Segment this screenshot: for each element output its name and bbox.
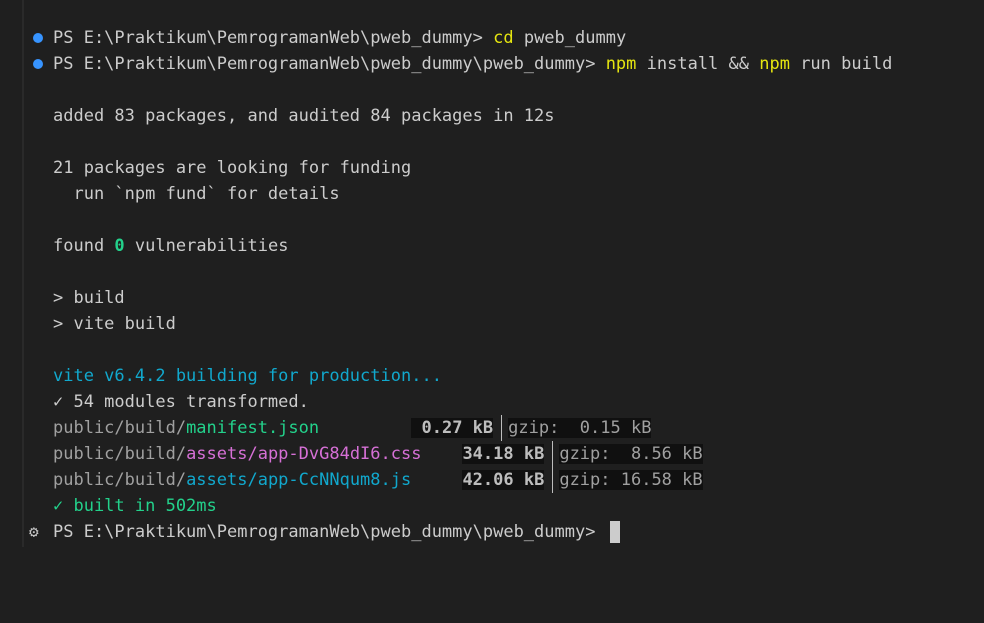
output-size: 34.18 kB bbox=[462, 444, 545, 464]
prompt-text: PS E:\Praktikum\PemrogramanWeb\pweb_dumm… bbox=[53, 54, 606, 74]
output-line: > build bbox=[0, 285, 125, 311]
output-line: found 0 vulnerabilities bbox=[0, 233, 288, 259]
output-size: 42.06 kB bbox=[462, 470, 545, 490]
added-packages-text: added 83 packages, and audited 84 packag… bbox=[53, 106, 555, 126]
build-output-row: public/build/manifest.json 0.27 kB gzip: … bbox=[0, 415, 652, 441]
sparkle-gear-icon[interactable]: ⚙ bbox=[29, 519, 39, 545]
output-file: assets/app-DvG84dI6.css bbox=[186, 444, 422, 464]
vite-build-banner: vite v6.4.2 building for production... bbox=[53, 366, 442, 386]
terminal-panel[interactable]: PS E:\Praktikum\PemrogramanWeb\pweb_dumm… bbox=[0, 0, 984, 547]
command-args: pweb_dummy bbox=[513, 28, 627, 48]
column-divider bbox=[501, 415, 503, 441]
command-args: install && bbox=[636, 54, 760, 74]
command-name: cd bbox=[493, 28, 514, 48]
output-line: ✓ built in 502ms bbox=[0, 493, 217, 519]
padding bbox=[411, 470, 431, 490]
padding bbox=[319, 418, 380, 438]
output-gzip: gzip: 0.15 kB bbox=[508, 418, 652, 438]
output-file: assets/app-CcNNqum8.js bbox=[186, 470, 412, 490]
output-line: vite v6.4.2 building for production... bbox=[0, 363, 442, 389]
found-prefix: found bbox=[53, 236, 115, 256]
output-line: ✓ 54 modules transformed. bbox=[0, 389, 309, 415]
vulnerability-count: 0 bbox=[114, 236, 125, 256]
output-line: > vite build bbox=[0, 311, 176, 337]
output-file: manifest.json bbox=[186, 418, 320, 438]
script-command-text: > vite build bbox=[53, 314, 176, 334]
output-dir: public/build/ bbox=[53, 444, 187, 464]
prompt-text: PS E:\Praktikum\PemrogramanWeb\pweb_dumm… bbox=[53, 522, 606, 542]
command-line-2: PS E:\Praktikum\PemrogramanWeb\pweb_dumm… bbox=[0, 51, 892, 77]
command-line-1: PS E:\Praktikum\PemrogramanWeb\pweb_dumm… bbox=[0, 25, 626, 51]
output-line: 21 packages are looking for funding bbox=[0, 155, 411, 181]
column-divider bbox=[552, 467, 554, 493]
output-dir: public/build/ bbox=[53, 418, 187, 438]
found-suffix: vulnerabilities bbox=[124, 236, 289, 256]
output-gzip: gzip: 8.56 kB bbox=[559, 444, 703, 464]
build-output-row: public/build/assets/app-DvG84dI6.css 34.… bbox=[0, 441, 703, 467]
modules-transformed-text: ✓ 54 modules transformed. bbox=[53, 392, 309, 412]
prompt-text: PS E:\Praktikum\PemrogramanWeb\pweb_dumm… bbox=[53, 28, 494, 48]
funding-text: 21 packages are looking for funding bbox=[53, 158, 412, 178]
current-prompt-line[interactable]: ⚙ PS E:\Praktikum\PemrogramanWeb\pweb_du… bbox=[0, 519, 620, 545]
circle-decoration-icon[interactable] bbox=[33, 59, 43, 69]
column-divider bbox=[552, 441, 554, 467]
command-args: run build bbox=[789, 54, 893, 74]
command-name: npm bbox=[605, 54, 637, 74]
output-size: 0.27 kB bbox=[411, 418, 494, 438]
funding-hint-text: run `npm fund` for details bbox=[53, 184, 340, 204]
build-output-row: public/build/assets/app-CcNNqum8.js 42.0… bbox=[0, 467, 703, 493]
build-complete-text: ✓ built in 502ms bbox=[53, 496, 217, 516]
output-line: added 83 packages, and audited 84 packag… bbox=[0, 103, 555, 129]
output-dir: public/build/ bbox=[53, 470, 187, 490]
output-line: run `npm fund` for details bbox=[0, 181, 339, 207]
output-gzip: gzip: 16.58 kB bbox=[559, 470, 703, 490]
circle-decoration-icon[interactable] bbox=[33, 33, 43, 43]
command-name: npm bbox=[759, 54, 790, 74]
padding bbox=[421, 444, 431, 464]
text-cursor bbox=[609, 521, 620, 543]
script-name-text: > build bbox=[53, 288, 125, 308]
